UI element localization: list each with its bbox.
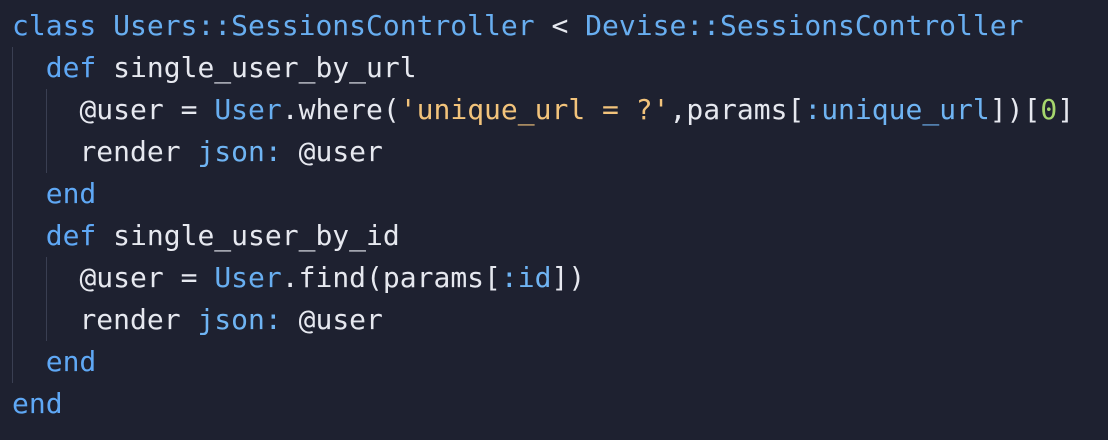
method-call: .find(params[ bbox=[281, 261, 501, 294]
indent-guide bbox=[12, 257, 13, 299]
keyword-def: def bbox=[45, 219, 97, 252]
indent-guide bbox=[46, 89, 47, 131]
code-line-9: end bbox=[12, 341, 1108, 383]
class-name: Users::SessionsController bbox=[113, 9, 535, 42]
instance-variable: @user bbox=[79, 261, 164, 294]
instance-variable: @user bbox=[281, 303, 383, 336]
symbol-literal: :id bbox=[500, 261, 552, 294]
closing-bracket: ]) bbox=[551, 261, 586, 294]
indent-guide bbox=[12, 173, 13, 215]
indent-guide bbox=[46, 131, 47, 173]
indent-guide bbox=[12, 89, 13, 131]
code-line-7: @user = User .find(params[:id]) bbox=[12, 257, 1108, 299]
inheritance-operator: < bbox=[534, 9, 586, 42]
method-name: single_user_by_url bbox=[96, 51, 417, 84]
code-line-6: def single_user_by_id bbox=[12, 215, 1108, 257]
arguments: ,params[ bbox=[669, 93, 805, 126]
render-call: render bbox=[79, 135, 181, 168]
instance-variable: @user bbox=[281, 135, 383, 168]
indent-guide bbox=[12, 299, 13, 341]
brackets: ])[ bbox=[989, 93, 1041, 126]
keyword-class: class bbox=[12, 9, 97, 42]
keyword-end: end bbox=[45, 345, 97, 378]
constant: User bbox=[214, 261, 282, 294]
constant: User bbox=[214, 93, 282, 126]
indent-guide bbox=[46, 299, 47, 341]
method-call: .where( bbox=[281, 93, 400, 126]
string-literal: 'unique_url = ?' bbox=[399, 93, 670, 126]
code-line-2: def single_user_by_url bbox=[12, 47, 1108, 89]
indent-guide bbox=[12, 341, 13, 383]
hash-key: json: bbox=[197, 303, 282, 336]
symbol-literal: :unique_url bbox=[804, 93, 990, 126]
parent-class-name: Devise::SessionsController bbox=[585, 9, 1024, 42]
indent-guide bbox=[46, 257, 47, 299]
code-line-1: class Users::SessionsController < Devise… bbox=[12, 5, 1108, 47]
assign-operator: = bbox=[163, 261, 215, 294]
assign-operator: = bbox=[163, 93, 215, 126]
indent-guide bbox=[12, 47, 13, 89]
code-line-3: @user = User .where('unique_url = ?' ,para… bbox=[12, 89, 1108, 131]
method-name: single_user_by_id bbox=[96, 219, 400, 252]
code-editor[interactable]: class Users::SessionsController < Devise… bbox=[0, 0, 1108, 440]
code-line-8: render json: @user bbox=[12, 299, 1108, 341]
number-literal: 0 bbox=[1040, 93, 1058, 126]
keyword-end: end bbox=[12, 387, 63, 420]
indent-guide bbox=[12, 131, 13, 173]
closing-bracket: ] bbox=[1057, 93, 1075, 126]
keyword-def: def bbox=[45, 51, 97, 84]
code-line-5: end bbox=[12, 173, 1108, 215]
render-call: render bbox=[79, 303, 181, 336]
hash-key: json: bbox=[197, 135, 282, 168]
instance-variable: @user bbox=[79, 93, 164, 126]
code-line-4: render json: @user bbox=[12, 131, 1108, 173]
code-line-10: end bbox=[12, 383, 1108, 425]
keyword-end: end bbox=[45, 177, 97, 210]
indent-guide bbox=[12, 215, 13, 257]
